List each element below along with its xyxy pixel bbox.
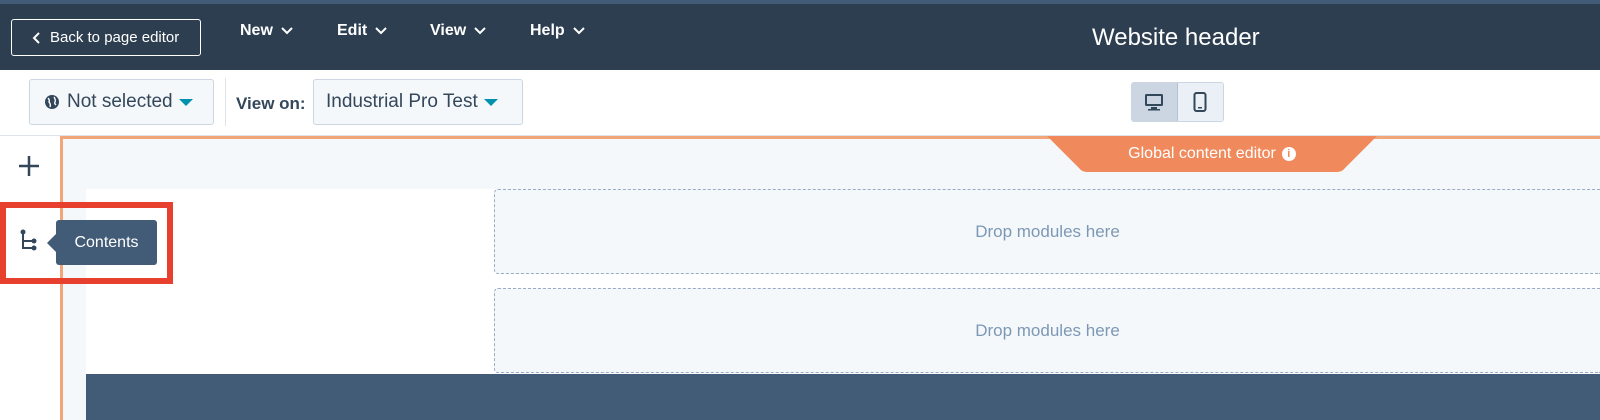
back-to-page-editor-button[interactable]: Back to page editor	[11, 19, 201, 56]
language-select-value: Not selected	[67, 91, 173, 112]
menu-help-label: Help	[530, 22, 565, 39]
chevron-left-icon	[32, 31, 40, 44]
desktop-preview-button[interactable]	[1132, 83, 1178, 121]
menu-edit[interactable]: Edit	[337, 22, 387, 40]
drop-zone-label: Drop modules here	[975, 320, 1120, 340]
desktop-icon	[1145, 94, 1164, 111]
menu-new[interactable]: New	[240, 22, 293, 40]
caret-down-icon	[178, 98, 193, 106]
chevron-down-icon	[281, 27, 293, 35]
menu-view[interactable]: View	[430, 22, 486, 40]
info-icon[interactable]: i	[1281, 147, 1296, 161]
drop-zone-label: Drop modules here	[975, 221, 1120, 241]
menu-new-label: New	[240, 22, 273, 39]
toolbar-divider	[225, 78, 226, 126]
chevron-down-icon	[474, 27, 486, 35]
chevron-down-icon	[572, 27, 585, 35]
view-on-label: View on:	[236, 94, 306, 113]
back-button-label: Back to page editor	[50, 29, 180, 46]
language-select[interactable]: Not selected	[29, 79, 214, 125]
global-content-editor-label: Global content editor i	[1047, 136, 1377, 172]
add-button[interactable]	[14, 151, 44, 181]
device-preview-toggle	[1131, 82, 1224, 122]
mobile-icon	[1193, 92, 1207, 112]
editor-toolbar: Not selected View on: Industrial Pro Tes…	[0, 70, 1600, 136]
globe-icon	[45, 95, 59, 109]
global-content-editor-text: Global content editor	[1128, 145, 1276, 162]
contents-tooltip: Contents	[47, 220, 157, 265]
plus-icon	[19, 156, 39, 176]
menu-view-label: View	[430, 22, 467, 39]
header-section-band	[86, 374, 1600, 420]
chevron-down-icon	[375, 27, 387, 35]
view-on-select[interactable]: Industrial Pro Test	[313, 79, 523, 125]
mobile-preview-button[interactable]	[1177, 83, 1223, 121]
caret-down-icon	[483, 98, 498, 106]
menu-help[interactable]: Help	[530, 22, 585, 40]
view-on-select-value: Industrial Pro Test	[326, 91, 478, 112]
drop-zone[interactable]: Drop modules here	[494, 189, 1600, 274]
menu-edit-label: Edit	[337, 22, 368, 39]
drop-zone[interactable]: Drop modules here	[494, 288, 1600, 373]
page-title: Website header	[1092, 24, 1260, 51]
top-navigation-bar: Back to page editor New Edit View Help W…	[0, 4, 1600, 70]
